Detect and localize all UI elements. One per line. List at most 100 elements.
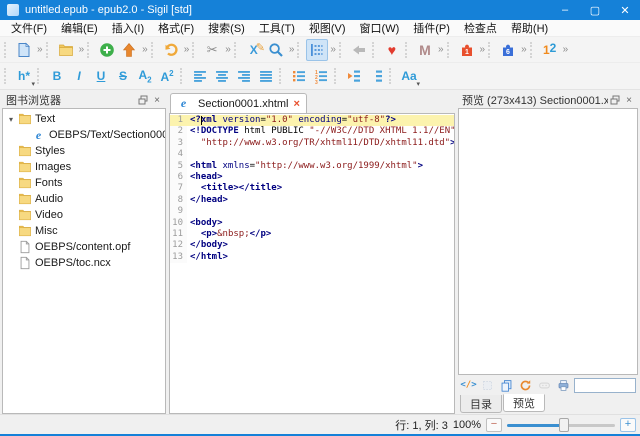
- plugin-blue-6-icon[interactable]: 6: [497, 39, 519, 61]
- menu-工具(T)[interactable]: 工具(T): [252, 20, 302, 36]
- code-line-13[interactable]: 13</html>: [170, 252, 454, 263]
- edit-xml-icon[interactable]: X✎: [243, 39, 265, 61]
- code-editor[interactable]: 1<?xml version="1.0" encoding="utf-8"?>2…: [169, 113, 455, 414]
- tree-item-text[interactable]: ▾Text: [3, 111, 165, 127]
- toolbar-overflow-icon[interactable]: »: [478, 44, 487, 55]
- menu-格式(F)[interactable]: 格式(F): [151, 20, 201, 36]
- bullet-list-icon[interactable]: [288, 65, 310, 87]
- close-panel-icon[interactable]: ×: [150, 93, 164, 107]
- plugin-red-1-icon[interactable]: 1: [456, 39, 478, 61]
- dock-tab-preview[interactable]: 预览: [503, 394, 545, 412]
- tree-item-oebps-text-section0001-xhtml[interactable]: eOEBPS/Text/Section0001.xhtml: [3, 127, 165, 143]
- open-folder-icon[interactable]: [55, 39, 77, 61]
- toolbar-overflow-icon[interactable]: »: [519, 44, 528, 55]
- expander-icon[interactable]: ▾: [5, 115, 17, 124]
- minimize-button[interactable]: –: [550, 0, 580, 20]
- undo-icon[interactable]: [160, 39, 182, 61]
- float-panel-icon[interactable]: [136, 93, 150, 107]
- code-line-10[interactable]: 10<body>: [170, 218, 454, 229]
- dock-tab-toc[interactable]: 目录: [460, 395, 502, 413]
- tree-item-images[interactable]: Images: [3, 159, 165, 175]
- tree-item-misc[interactable]: Misc: [3, 223, 165, 239]
- menu-插件(P)[interactable]: 插件(P): [406, 20, 457, 36]
- editor-tab[interactable]: e Section0001.xhtml ×: [170, 93, 307, 113]
- tree-item-audio[interactable]: Audio: [3, 191, 165, 207]
- indent-icon[interactable]: [365, 65, 387, 87]
- new-file-icon[interactable]: [13, 39, 35, 61]
- code-line-9[interactable]: 9: [170, 206, 454, 217]
- align-center-icon[interactable]: [211, 65, 233, 87]
- close-button[interactable]: ✕: [610, 0, 640, 20]
- zoom-level-label: 100%: [453, 419, 481, 431]
- align-right-icon[interactable]: [233, 65, 255, 87]
- toolbar-overflow-icon[interactable]: »: [436, 44, 445, 55]
- code-line-3[interactable]: 3 "http://www.w3.org/TR/xhtml11/DTD/xhtm…: [170, 138, 454, 149]
- subscript-icon[interactable]: A2: [134, 65, 156, 87]
- add-file-icon[interactable]: [96, 39, 118, 61]
- cut-icon[interactable]: ✂: [201, 39, 223, 61]
- tab-close-icon[interactable]: ×: [293, 98, 301, 110]
- toolbar-overflow-icon[interactable]: »: [182, 44, 191, 55]
- toolbar-overflow-icon[interactable]: »: [77, 44, 86, 55]
- menu-检查点[interactable]: 检查点: [457, 20, 504, 36]
- toolbar-overflow-icon[interactable]: »: [561, 44, 570, 55]
- italic-icon[interactable]: I: [68, 65, 90, 87]
- code-line-1[interactable]: 1<?xml version="1.0" encoding="utf-8"?>: [170, 115, 454, 126]
- bold-icon[interactable]: B: [46, 65, 68, 87]
- find-icon[interactable]: [265, 39, 287, 61]
- code-line-8[interactable]: 8</head>: [170, 195, 454, 206]
- code-line-4[interactable]: 4: [170, 149, 454, 160]
- back-icon[interactable]: [348, 39, 370, 61]
- print-icon[interactable]: [555, 377, 572, 394]
- metadata-m-icon[interactable]: M: [414, 39, 436, 61]
- align-left-icon[interactable]: [189, 65, 211, 87]
- strikethrough-icon[interactable]: S: [112, 65, 134, 87]
- tree-item-oebps-content-opf[interactable]: OEBPS/content.opf: [3, 239, 165, 255]
- casing-aa-icon[interactable]: Aa▾: [398, 65, 420, 87]
- align-justify-icon[interactable]: [255, 65, 277, 87]
- toolbar-overflow-icon[interactable]: »: [223, 44, 232, 55]
- tree-item-styles[interactable]: Styles: [3, 143, 165, 159]
- tree-item-fonts[interactable]: Fonts: [3, 175, 165, 191]
- zoom-in-button[interactable]: +: [620, 418, 636, 432]
- menu-插入(I)[interactable]: 插入(I): [105, 20, 151, 36]
- zoom-slider-handle[interactable]: [559, 418, 569, 432]
- close-panel-icon[interactable]: ×: [622, 93, 636, 107]
- toolbar-overflow-icon[interactable]: »: [287, 44, 296, 55]
- code-line-6[interactable]: 6<head>: [170, 172, 454, 183]
- tree-item-oebps-toc-ncx[interactable]: OEBPS/toc.ncx: [3, 255, 165, 271]
- tree-item-video[interactable]: Video: [3, 207, 165, 223]
- toolbar-overflow-icon[interactable]: »: [35, 44, 44, 55]
- refresh-icon[interactable]: [517, 377, 534, 394]
- indent-guides-icon[interactable]: [306, 39, 328, 61]
- toolbar-overflow-icon[interactable]: »: [140, 44, 149, 55]
- code-line-7[interactable]: 7 <title></title>: [170, 183, 454, 194]
- inspect-code-icon[interactable]: </>: [460, 377, 477, 394]
- zoom-out-button[interactable]: −: [486, 418, 502, 432]
- code-line-5[interactable]: 5<html xmlns="http://www.w3.org/1999/xht…: [170, 161, 454, 172]
- zoom-slider[interactable]: [507, 418, 615, 432]
- code-line-11[interactable]: 11 <p>&nbsp;</p>: [170, 229, 454, 240]
- heading-h-icon[interactable]: h*▾: [13, 65, 35, 87]
- plugin-count-12-icon[interactable]: 12: [539, 39, 561, 61]
- menu-编辑(E)[interactable]: 编辑(E): [54, 20, 105, 36]
- donate-heart-icon[interactable]: ♥: [381, 39, 403, 61]
- toolbar-overflow-icon[interactable]: »: [328, 44, 337, 55]
- menu-窗口(W)[interactable]: 窗口(W): [353, 20, 407, 36]
- superscript-icon[interactable]: A2: [156, 65, 178, 87]
- float-panel-icon[interactable]: [608, 93, 622, 107]
- menu-视图(V)[interactable]: 视图(V): [302, 20, 353, 36]
- menu-搜索(S)[interactable]: 搜索(S): [201, 20, 252, 36]
- menu-文件(F)[interactable]: 文件(F): [4, 20, 54, 36]
- save-upload-icon[interactable]: [118, 39, 140, 61]
- preview-address-input[interactable]: [574, 378, 636, 393]
- underline-icon[interactable]: U: [90, 65, 112, 87]
- menu-帮助(H)[interactable]: 帮助(H): [504, 20, 555, 36]
- numbered-list-icon[interactable]: 123: [310, 65, 332, 87]
- outdent-icon[interactable]: [343, 65, 365, 87]
- code-line-2[interactable]: 2<!DOCTYPE html PUBLIC "-//W3C//DTD XHTM…: [170, 126, 454, 137]
- maximize-button[interactable]: ▢: [580, 0, 610, 20]
- code-text: </html>: [187, 252, 228, 263]
- code-line-12[interactable]: 12</body>: [170, 240, 454, 251]
- copy-icon[interactable]: [498, 377, 515, 394]
